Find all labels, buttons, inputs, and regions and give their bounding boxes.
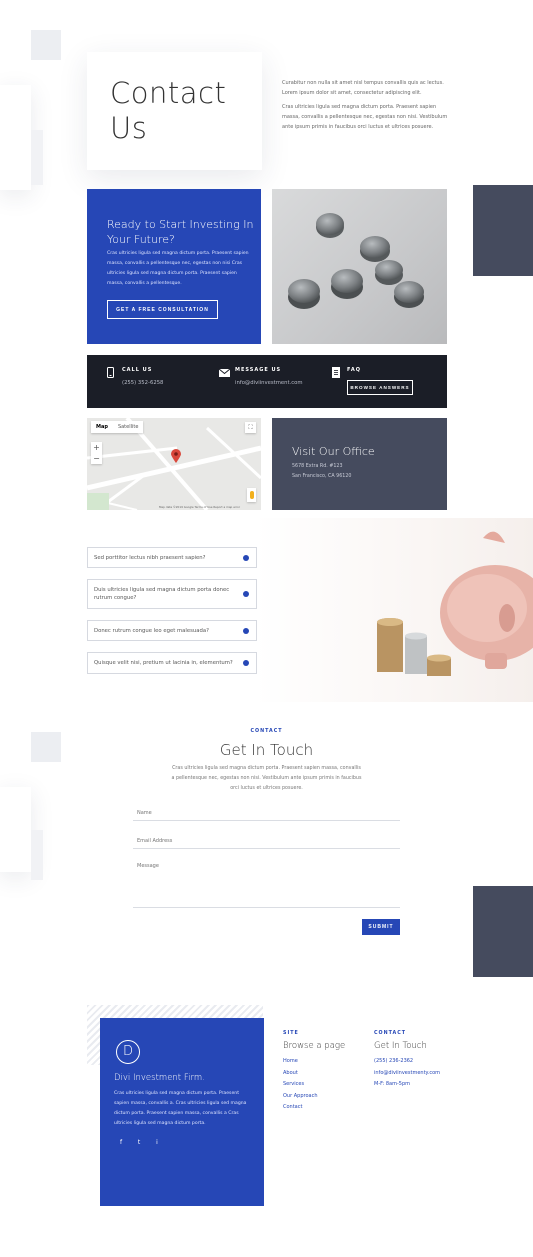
- decor-block-slate: [473, 886, 533, 977]
- section-label: CONTACT: [250, 729, 283, 734]
- footer-hours: M-F: 8am-5pm: [374, 1081, 411, 1088]
- pegman-icon[interactable]: [247, 488, 256, 502]
- office-address: 5678 Extra Rd. #123 San Francisco, CA 96…: [292, 462, 351, 482]
- section-title: Get In Touch: [219, 741, 314, 759]
- footer-nav: Home About Services Our Approach Contact: [283, 1056, 345, 1114]
- facebook-icon[interactable]: f: [116, 1139, 126, 1146]
- footer-column-label: SITE: [283, 1031, 299, 1036]
- faq-question: Quisque velit nisi, pretium ut lacinia i…: [94, 660, 233, 666]
- footer-column-label: CONTACT: [374, 1031, 407, 1036]
- footer-link-services[interactable]: Services: [283, 1079, 345, 1091]
- faq-label: FAQ: [347, 367, 361, 373]
- email-link[interactable]: info@diviinvestment.com: [235, 380, 303, 386]
- message-field[interactable]: [133, 861, 400, 908]
- hero-card: Contact Us: [87, 52, 262, 170]
- hero-intro: Curabitur non nulla sit amet nisl tempus…: [282, 78, 452, 136]
- expand-icon[interactable]: [243, 554, 249, 561]
- footer-site-column: SITE Browse a page Home About Services O…: [283, 1031, 345, 1114]
- faq-accordion-item[interactable]: Donec rutrum congue leo eget malesuada?: [87, 620, 257, 641]
- page-title-line1: Contact: [110, 76, 227, 110]
- fullscreen-icon[interactable]: ⛶: [245, 422, 256, 433]
- page-title: Contact Us: [110, 76, 226, 146]
- submit-button[interactable]: SUBMIT: [362, 919, 400, 935]
- footer-link-contact[interactable]: Contact: [283, 1102, 345, 1114]
- invest-cta-box: Ready to Start Investing In Your Future?…: [87, 189, 261, 344]
- consultation-button[interactable]: GET A FREE CONSULTATION: [107, 300, 218, 319]
- footer-brand-card: D Divi Investment Firm. Cras ultricies l…: [100, 1018, 264, 1206]
- invest-title: Ready to Start Investing In Your Future?: [107, 218, 254, 246]
- phone-number[interactable]: (255) 352-6258: [122, 380, 163, 386]
- footer-email[interactable]: info@diviinvestmenty.com: [374, 1068, 440, 1080]
- page-title-line2: Us: [110, 111, 148, 145]
- footer-link-approach[interactable]: Our Approach: [283, 1091, 345, 1103]
- section-text: Cras ultricies ligula sed magna dictum p…: [171, 766, 362, 791]
- decor-square: [0, 85, 31, 190]
- phone-icon: [107, 367, 114, 378]
- twitter-icon[interactable]: t: [134, 1139, 144, 1146]
- map-tab-satellite[interactable]: Satellite: [113, 421, 143, 433]
- instagram-icon[interactable]: i: [152, 1139, 162, 1146]
- footer-contact-info: (255) 236-2362 info@diviinvestmenty.com …: [374, 1056, 440, 1091]
- coins-illustration: [288, 213, 424, 309]
- faq-question: Sed porttitor lectus nibh praesent sapie…: [94, 554, 206, 561]
- expand-icon[interactable]: [243, 660, 249, 666]
- message-us-label: MESSAGE US: [235, 367, 282, 373]
- faq-question: Donec rutrum congue leo eget malesuada?: [94, 627, 209, 634]
- expand-icon[interactable]: [243, 591, 249, 597]
- decor-block-slate: [473, 185, 533, 276]
- expand-icon[interactable]: [243, 627, 249, 634]
- call-us-label: CALL US: [122, 367, 153, 373]
- map-tab-map[interactable]: Map: [91, 421, 113, 433]
- hero-paragraph: Curabitur non nulla sit amet nisl tempus…: [282, 80, 444, 96]
- browse-answers-button[interactable]: BROWSE ANSWERS: [347, 380, 413, 395]
- mail-icon: [219, 369, 230, 377]
- footer-column-title: Browse a page: [283, 1041, 346, 1051]
- faq-question: Duis ultricies ligula sed magna dictum p…: [94, 587, 230, 601]
- zoom-in-button[interactable]: +: [91, 442, 102, 453]
- address-line: 5678 Extra Rd. #123: [292, 464, 343, 469]
- decor-square: [31, 830, 43, 880]
- map-type-toggle: Map Satellite: [91, 421, 144, 433]
- message-us-block: MESSAGE US info@diviinvestment.com: [219, 367, 303, 386]
- document-icon: [332, 367, 340, 378]
- footer-contact-column: CONTACT Get In Touch (255) 236-2362 info…: [374, 1031, 440, 1091]
- invest-text: Cras ultricies ligula sed magna dictum p…: [107, 251, 249, 286]
- map-pin-icon[interactable]: [171, 449, 181, 463]
- footer-link-home[interactable]: Home: [283, 1056, 345, 1068]
- zoom-controls: + −: [91, 442, 102, 464]
- coins-photo: [272, 189, 447, 344]
- office-title: Visit Our Office: [292, 445, 375, 458]
- email-field[interactable]: [133, 833, 400, 849]
- hero-paragraph: Cras ultricies ligula sed magna dictum p…: [282, 104, 448, 130]
- contact-info-bar: CALL US (255) 352-6258 MESSAGE US info@d…: [87, 355, 447, 408]
- faq-accordion-item[interactable]: Sed porttitor lectus nibh praesent sapie…: [87, 547, 257, 568]
- footer-phone[interactable]: (255) 236-2362: [374, 1056, 440, 1068]
- faq-block: FAQ: [332, 367, 361, 378]
- brand-name: Divi Investment Firm.: [114, 1073, 205, 1083]
- zoom-out-button[interactable]: −: [91, 453, 102, 464]
- google-map[interactable]: Map Satellite ⛶ + − Map data ©2019 Googl…: [87, 418, 261, 510]
- map-attribution: Map data ©2019 Google Terms of Use Repor…: [159, 505, 240, 509]
- name-field[interactable]: [133, 805, 400, 821]
- decor-square: [31, 130, 43, 185]
- address-line: San Francisco, CA 96120: [292, 474, 352, 479]
- call-us-block: CALL US (255) 352-6258: [107, 367, 163, 386]
- decor-square: [31, 30, 61, 60]
- piggy-bank-photo: [255, 518, 533, 702]
- logo[interactable]: D: [116, 1040, 140, 1064]
- footer-link-about[interactable]: About: [283, 1068, 345, 1080]
- piggy-bank-illustration: [377, 531, 533, 676]
- faq-accordion-item[interactable]: Duis ultricies ligula sed magna dictum p…: [87, 579, 257, 609]
- footer-column-title: Get In Touch: [374, 1041, 427, 1051]
- office-box: Visit Our Office 5678 Extra Rd. #123 San…: [272, 418, 447, 510]
- decor-square: [0, 787, 31, 872]
- faq-accordion-item[interactable]: Quisque velit nisi, pretium ut lacinia i…: [87, 652, 257, 674]
- brand-text: Cras ultricies ligula sed magna dictum p…: [114, 1091, 247, 1126]
